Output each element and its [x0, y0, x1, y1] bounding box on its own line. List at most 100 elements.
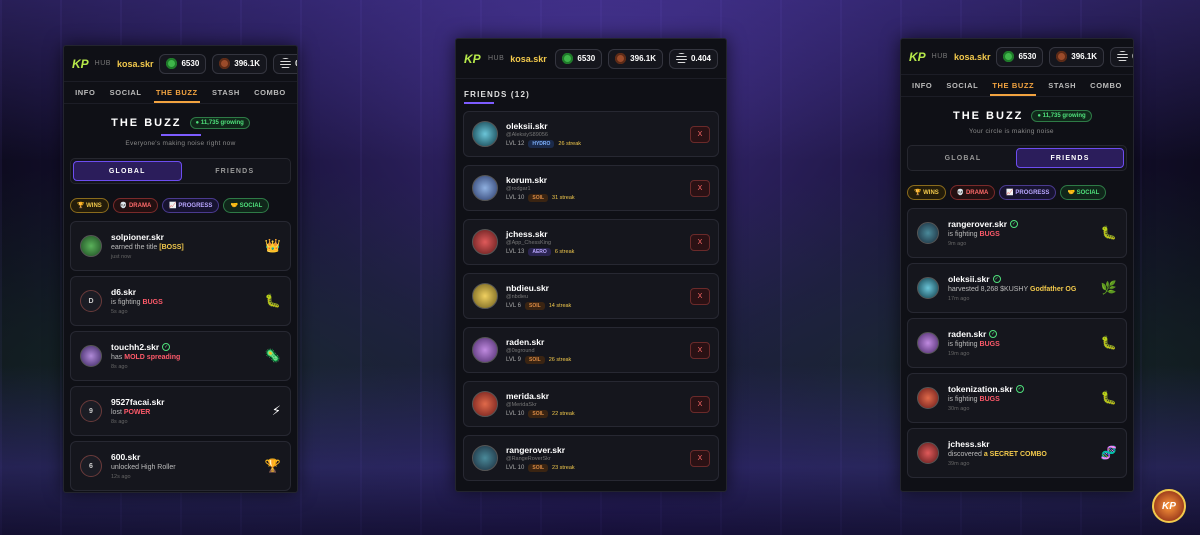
- tab-the-buzz[interactable]: THE BUZZ: [990, 76, 1037, 96]
- friend-level: LVL 10: [506, 464, 525, 471]
- avatar: 9: [80, 400, 102, 422]
- bronze-coin-icon: [1056, 51, 1068, 62]
- filter-drama[interactable]: 💀 DRAMA: [949, 185, 996, 200]
- feed-toggle: GLOBAL FRIENDS: [907, 145, 1127, 171]
- feed-item[interactable]: raden.skr ✓ is fighting BUGS 19m ago 🐛: [907, 318, 1127, 368]
- filter-progress[interactable]: 📈 PROGRESS: [162, 198, 220, 213]
- friend-row[interactable]: raden.skr @0xground LVL 9 SOIL 26 streak X: [463, 327, 719, 373]
- filter-social[interactable]: 🤝 SOCIAL: [1060, 185, 1107, 200]
- balance-counter[interactable]: 0.404: [668, 48, 718, 69]
- buzz-header: THE BUZZ ● 11,735 growing Everyone's maki…: [64, 104, 297, 152]
- feed-action: has MOLD spreading: [111, 354, 181, 361]
- buds-counter[interactable]: 6530: [159, 53, 207, 74]
- app-logo[interactable]: KP: [72, 57, 89, 71]
- green-bud-icon: [1003, 51, 1015, 62]
- global-toggle-button[interactable]: GLOBAL: [73, 161, 182, 181]
- avatar: 6: [80, 455, 102, 477]
- streak-count: 6 streak: [554, 248, 575, 255]
- feed-item[interactable]: D d6.skr is fighting BUGS 5s ago 🐛: [70, 276, 291, 326]
- growing-badge: ● 11,735 growing: [189, 117, 250, 129]
- coin-counter[interactable]: 396.1K: [608, 48, 663, 69]
- feed-item[interactable]: oleksii.skr ✓ harvested 8,268 $KUSHY Godfa…: [907, 263, 1127, 313]
- feed-item[interactable]: jchess.skr discovered a SECRET COMBO 39m a…: [907, 428, 1127, 478]
- filter-social[interactable]: 🤝 SOCIAL: [223, 198, 270, 213]
- friend-level: LVL 12: [506, 140, 525, 147]
- username[interactable]: kosa.skr: [117, 59, 154, 69]
- top-bar: KP HUB kosa.skr 6530 396.1K 0.404: [456, 39, 726, 79]
- tab-combo[interactable]: COMBO: [252, 83, 288, 102]
- feed-action: unlocked High Roller: [111, 464, 176, 471]
- verified-icon: ✓: [992, 275, 1001, 283]
- global-buzz-panel: KP HUB kosa.skr 6530 396.1K 0.404 INFO S…: [63, 45, 298, 493]
- remove-friend-button[interactable]: X: [690, 233, 710, 251]
- friends-toggle-button[interactable]: FRIENDS: [1016, 148, 1124, 168]
- remove-friend-button[interactable]: X: [690, 341, 710, 359]
- filter-drama[interactable]: 💀 DRAMA: [112, 198, 159, 213]
- buds-counter[interactable]: 6530: [555, 48, 603, 69]
- filter-wins[interactable]: 🏆 WINS: [70, 198, 109, 213]
- coin-counter[interactable]: 396.1K: [212, 53, 268, 74]
- feed-item[interactable]: tokenization.skr ✓ is fighting BUGS 30m ago…: [907, 373, 1127, 423]
- remove-friend-button[interactable]: X: [690, 395, 710, 413]
- lightning-icon: ⚡: [271, 403, 281, 418]
- tab-stash[interactable]: STASH: [210, 83, 242, 102]
- friend-row[interactable]: rangerover.skr @RangeRoverSkr LVL 10 SOIL 23…: [463, 435, 719, 481]
- filter-row: 🏆 WINS 💀 DRAMA 📈 PROGRESS 🤝 SOCIAL: [901, 177, 1133, 208]
- global-toggle-button[interactable]: GLOBAL: [910, 148, 1016, 168]
- feed-time: 39m ago: [948, 461, 970, 467]
- tab-social[interactable]: SOCIAL: [108, 83, 144, 102]
- tab-info[interactable]: INFO: [910, 76, 934, 95]
- verified-icon: ✓: [989, 330, 998, 338]
- tab-info[interactable]: INFO: [73, 83, 97, 102]
- avatar: [472, 391, 498, 417]
- filter-wins[interactable]: 🏆 WINS: [907, 185, 946, 200]
- top-bar: KP HUB kosa.skr 6530 396.1K 0.404: [901, 39, 1133, 75]
- tab-stash[interactable]: STASH: [1046, 76, 1078, 95]
- avatar: [917, 332, 939, 354]
- app-logo[interactable]: KP: [909, 50, 926, 64]
- remove-friend-button[interactable]: X: [690, 125, 710, 143]
- friend-row[interactable]: nbdieu.skr @nbdieu LVL 6 SOIL 14 streak X: [463, 273, 719, 319]
- friend-name: jchess.skr: [506, 228, 548, 239]
- feed-item[interactable]: rangerover.skr ✓ is fighting BUGS 9m ago 🐛: [907, 208, 1127, 258]
- tab-the-buzz[interactable]: THE BUZZ: [153, 83, 200, 103]
- remove-friend-button[interactable]: X: [690, 449, 710, 467]
- friends-toggle-button[interactable]: FRIENDS: [182, 161, 289, 181]
- friend-name: korum.skr: [506, 174, 548, 185]
- feed-username: raden.skr ✓: [948, 329, 998, 339]
- avatar: [472, 229, 498, 255]
- friends-panel: KP HUB kosa.skr 6530 396.1K 0.404 FRIEND…: [455, 38, 727, 492]
- username[interactable]: kosa.skr: [954, 52, 991, 62]
- feed-time: 8s ago: [111, 364, 128, 370]
- balance-counter[interactable]: 0.404: [1110, 46, 1133, 67]
- balance-counter[interactable]: 0.404: [273, 53, 297, 74]
- remove-friend-button[interactable]: X: [690, 179, 710, 197]
- tab-social[interactable]: SOCIAL: [944, 76, 980, 95]
- filter-progress[interactable]: 📈 PROGRESS: [999, 185, 1057, 200]
- menu-lines-icon: [1117, 51, 1129, 62]
- feed-item[interactable]: touchh2.skr ✓ has MOLD spreading 8s ago 🦠: [70, 331, 291, 381]
- feed-item[interactable]: 9 9527facai.skr lost POWER 8s ago ⚡: [70, 386, 291, 436]
- remove-friend-button[interactable]: X: [690, 287, 710, 305]
- tab-combo[interactable]: COMBO: [1088, 76, 1124, 95]
- feed-item[interactable]: 6 600.skr unlocked High Roller 12s ago 🏆: [70, 441, 291, 491]
- streak-count: 31 streak: [552, 194, 575, 201]
- hub-label: HUB: [488, 55, 505, 62]
- avatar: [917, 442, 939, 464]
- coin-counter[interactable]: 396.1K: [1049, 46, 1105, 67]
- buds-counter[interactable]: 6530: [996, 46, 1044, 67]
- top-bar: KP HUB kosa.skr 6530 396.1K 0.404: [64, 46, 297, 82]
- friend-row[interactable]: merida.skr @MeridaSkr LVL 10 SOIL 22 streak X: [463, 381, 719, 427]
- friend-handle: @MeridaSkr: [506, 401, 537, 408]
- corner-logo[interactable]: KP: [1152, 489, 1186, 523]
- friend-row[interactable]: jchess.skr @App_ChessKing LVL 13 AERO 6 stre…: [463, 219, 719, 265]
- friend-handle: @nbdieu: [506, 293, 529, 300]
- feed-item[interactable]: solpioner.skr earned the title [BOSS] ju…: [70, 221, 291, 271]
- app-logo[interactable]: KP: [464, 52, 482, 66]
- friend-row[interactable]: oleksii.skr @AleksiyS89056 LVL 12 HYDRO 26 s…: [463, 111, 719, 157]
- friend-name: nbdieu.skr: [506, 282, 549, 293]
- username[interactable]: kosa.skr: [510, 54, 547, 64]
- hub-label: HUB: [931, 53, 948, 60]
- bug-icon: 🐛: [1100, 390, 1117, 405]
- friend-row[interactable]: korum.skr @rodgar1 LVL 10 SOIL 31 streak X: [463, 165, 719, 211]
